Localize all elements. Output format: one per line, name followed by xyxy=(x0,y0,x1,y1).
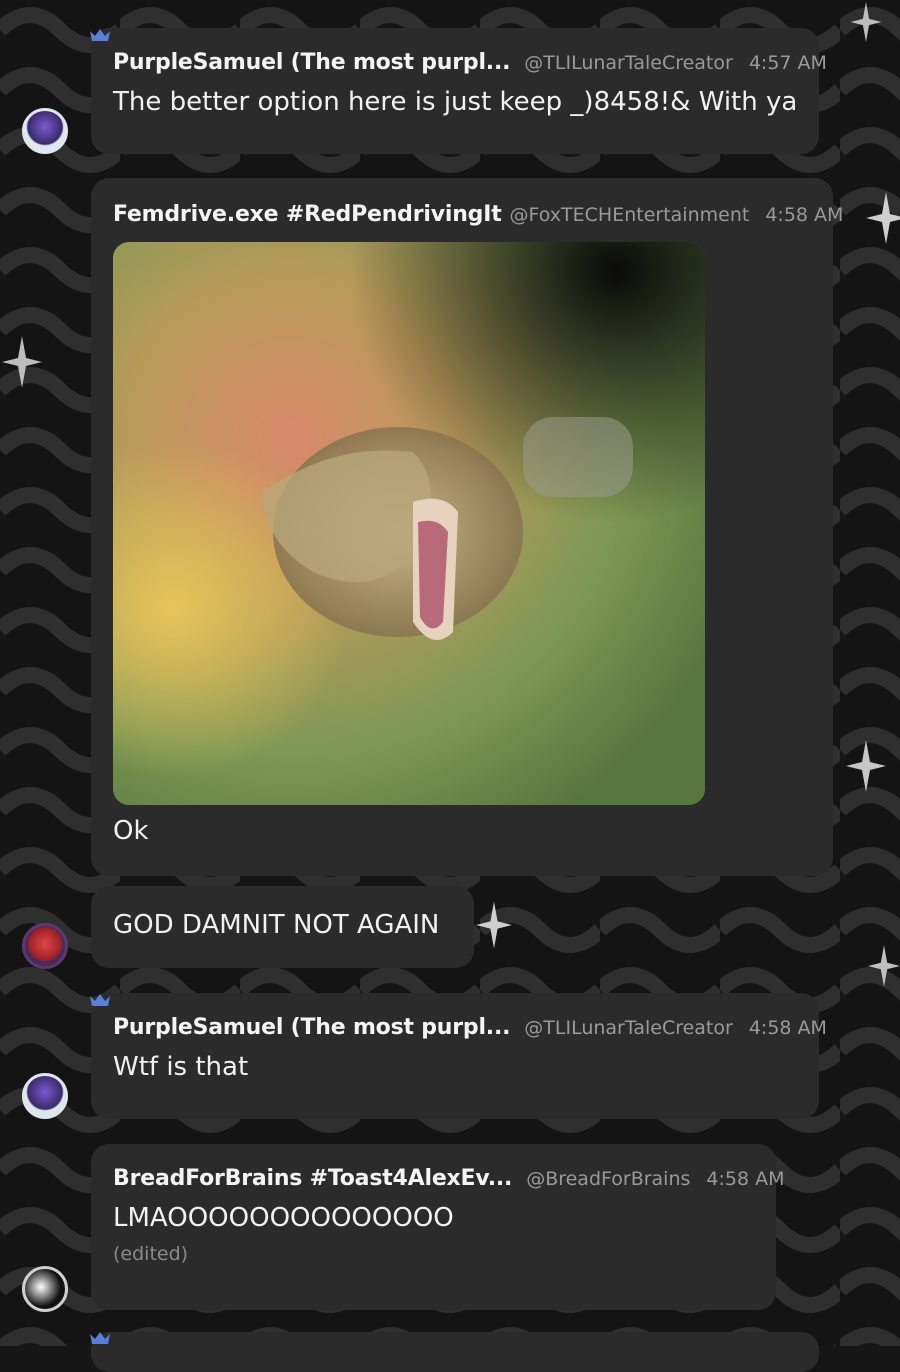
avatar[interactable] xyxy=(22,1073,68,1119)
avatar[interactable] xyxy=(22,923,68,969)
sparkle-icon xyxy=(868,945,900,987)
author-handle[interactable]: @TLILunarTaleCreator xyxy=(524,52,733,74)
edited-label: (edited) xyxy=(113,1243,189,1265)
timestamp: 4:57 AM xyxy=(748,52,827,74)
timestamp: 4:58 AM xyxy=(765,204,844,226)
message-text: LMAOOOOOOOOOOOOOO xyxy=(113,1203,454,1233)
roaring-lion-image xyxy=(113,242,705,805)
message: Femdrive.exe #RedPendrivingIt @FoxTECHEn… xyxy=(91,178,843,876)
sparkle-icon xyxy=(476,901,512,949)
message: BreadForBrains #Toast4AlexEv... @BreadFo… xyxy=(91,1144,785,1310)
author-handle[interactable]: @FoxTECHEntertainment xyxy=(510,204,750,226)
message: GOD DAMNIT NOT AGAIN xyxy=(91,886,474,968)
author-handle[interactable]: @TLILunarTaleCreator xyxy=(524,1017,733,1039)
message-text: The better option here is just keep _)84… xyxy=(113,87,798,117)
message xyxy=(91,1332,819,1372)
author-name[interactable]: Femdrive.exe #RedPendrivingIt xyxy=(113,202,502,227)
sparkle-icon xyxy=(846,740,886,792)
message: PurpleSamuel (The most purpl... @TLILuna… xyxy=(91,993,827,1119)
author-name[interactable]: BreadForBrains #Toast4AlexEv... xyxy=(113,1166,512,1191)
sparkle-icon xyxy=(2,336,42,388)
sparkle-icon xyxy=(850,2,882,42)
crown-icon xyxy=(90,1332,110,1344)
sparkle-icon xyxy=(866,192,900,244)
timestamp: 4:58 AM xyxy=(748,1017,827,1039)
author-name[interactable]: PurpleSamuel (The most purpl... xyxy=(113,50,510,75)
avatar[interactable] xyxy=(22,108,68,154)
message: PurpleSamuel (The most purpl... @TLILuna… xyxy=(91,28,827,154)
message-text: GOD DAMNIT NOT AGAIN xyxy=(113,910,440,940)
timestamp: 4:58 AM xyxy=(706,1168,785,1190)
image-attachment[interactable] xyxy=(113,242,705,805)
avatar[interactable] xyxy=(22,1266,68,1312)
crown-icon xyxy=(90,29,110,41)
crown-icon xyxy=(90,994,110,1006)
message-text: Ok xyxy=(113,816,149,846)
message-text: Wtf is that xyxy=(113,1052,249,1082)
author-name[interactable]: PurpleSamuel (The most purpl... xyxy=(113,1015,510,1040)
author-handle[interactable]: @BreadForBrains xyxy=(526,1168,690,1190)
